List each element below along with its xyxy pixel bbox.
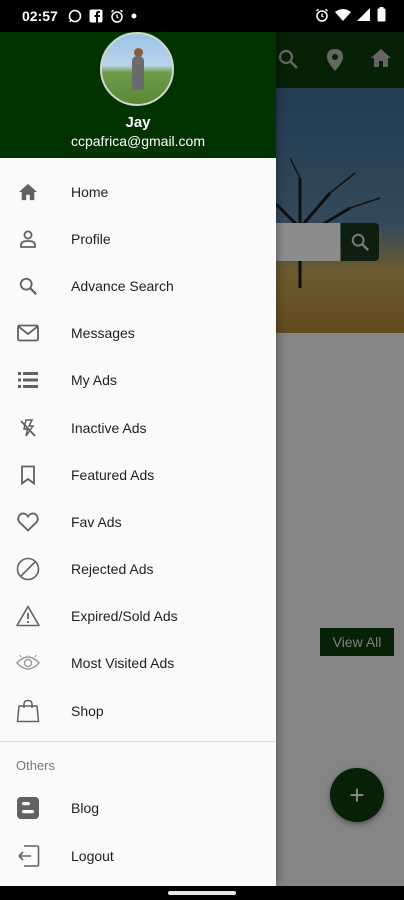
menu-item-blog[interactable]: Blog [0, 784, 276, 832]
drawer-menu: Home Profile Advance Search Messages My … [0, 158, 276, 734]
menu-item-label: Most Visited Ads [71, 655, 175, 672]
heart-icon [16, 510, 40, 534]
menu-item-label: Rejected Ads [71, 561, 154, 578]
section-title-others: Others [16, 758, 56, 774]
bookmark-icon [16, 463, 40, 487]
block-icon [16, 557, 40, 581]
status-time: 02:57 [22, 8, 58, 24]
menu-item-home[interactable]: Home [0, 168, 276, 215]
drawer-header: Jay ccpafrica@gmail.com [0, 32, 276, 158]
list-icon [16, 368, 40, 392]
menu-item-fav-ads[interactable]: Fav Ads [0, 498, 276, 545]
menu-item-messages[interactable]: Messages [0, 310, 276, 357]
avatar[interactable] [100, 32, 174, 106]
menu-item-advance-search[interactable]: Advance Search [0, 262, 276, 309]
dot-icon [131, 13, 137, 19]
menu-item-label: Home [71, 183, 109, 200]
menu-item-label: Fav Ads [71, 513, 122, 530]
drawer-menu-others: Blog Logout [0, 784, 276, 879]
menu-item-most-visited-ads[interactable]: Most Visited Ads [0, 640, 276, 687]
home-gesture-handle[interactable] [168, 891, 236, 895]
blogger-icon [16, 796, 40, 820]
menu-item-label: Advance Search [71, 277, 174, 294]
mail-icon [16, 321, 40, 345]
shopping-bag-icon [16, 699, 40, 723]
menu-item-label: Inactive Ads [71, 419, 147, 436]
system-nav-bar [0, 886, 404, 900]
eye-icon [16, 651, 40, 675]
navigation-drawer: Jay ccpafrica@gmail.com Home Profile Adv… [0, 32, 276, 886]
menu-item-inactive-ads[interactable]: Inactive Ads [0, 404, 276, 451]
menu-item-profile[interactable]: Profile [0, 215, 276, 262]
menu-item-label: Logout [71, 847, 114, 864]
menu-item-label: Messages [71, 325, 135, 342]
signal-icon [357, 7, 371, 25]
menu-item-expired-sold-ads[interactable]: Expired/Sold Ads [0, 593, 276, 640]
menu-item-label: Blog [71, 800, 100, 816]
menu-item-label: Featured Ads [71, 466, 155, 483]
alarm-icon [110, 9, 124, 23]
user-name: Jay [125, 114, 151, 131]
menu-item-logout[interactable]: Logout [0, 832, 276, 880]
alarm-icon [315, 8, 329, 25]
home-icon [16, 180, 40, 204]
status-bar: 02:57 [0, 0, 404, 32]
wifi-icon [335, 8, 351, 25]
menu-item-label: Profile [71, 230, 111, 247]
search-icon [16, 274, 40, 298]
flash-off-icon [16, 416, 40, 440]
menu-item-shop[interactable]: Shop [0, 687, 276, 734]
menu-item-label: Shop [71, 702, 104, 719]
menu-item-label: My Ads [71, 372, 117, 389]
menu-item-featured-ads[interactable]: Featured Ads [0, 451, 276, 498]
user-email: ccpafrica@gmail.com [70, 133, 206, 149]
person-icon [16, 227, 40, 251]
warning-icon [16, 604, 40, 628]
whatsapp-icon [68, 9, 82, 23]
menu-item-rejected-ads[interactable]: Rejected Ads [0, 546, 276, 593]
menu-item-my-ads[interactable]: My Ads [0, 357, 276, 404]
facebook-icon [89, 9, 103, 23]
menu-item-label: Expired/Sold Ads [71, 608, 178, 625]
battery-icon [377, 7, 386, 25]
logout-icon [16, 844, 40, 868]
